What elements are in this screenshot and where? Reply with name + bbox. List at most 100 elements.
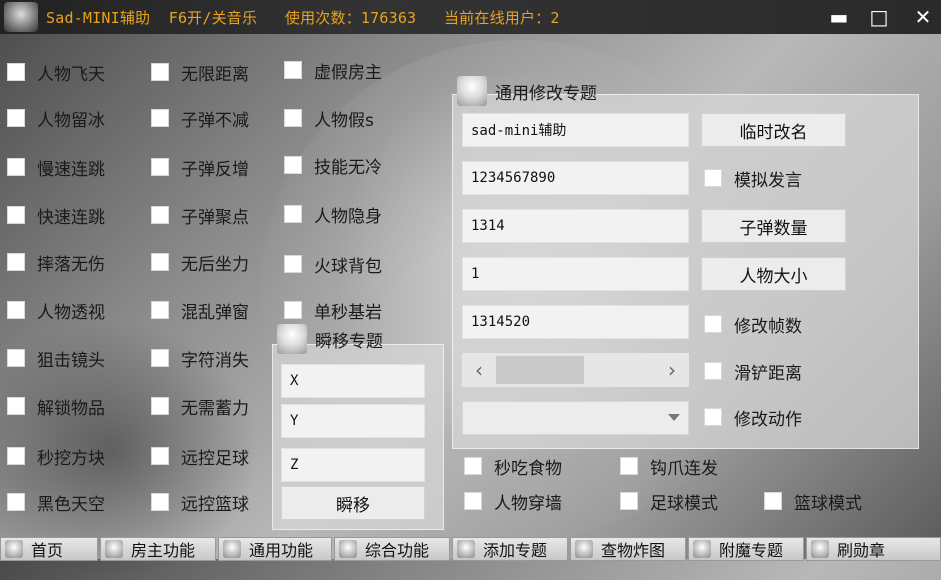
checkbox[interactable] [284, 61, 302, 79]
checkbox-item[interactable]: 钩爪连发 [620, 454, 718, 479]
scroll-right-icon[interactable]: › [655, 353, 689, 387]
tab-home[interactable]: 首页 [0, 537, 98, 561]
player-size-button[interactable]: 人物大小 [701, 257, 846, 291]
minimize-button[interactable]: ▬ [826, 4, 852, 30]
checkbox[interactable] [7, 447, 25, 465]
teleport-button[interactable]: 瞬移 [281, 486, 425, 520]
checkbox[interactable] [151, 397, 169, 415]
checkbox[interactable] [7, 397, 25, 415]
bullet-count-button[interactable]: 子弹数量 [701, 209, 846, 243]
checkbox-item[interactable]: 远控足球 [151, 444, 249, 469]
checkbox[interactable] [284, 156, 302, 174]
checkbox[interactable] [151, 206, 169, 224]
checkbox-item[interactable]: 人物留冰 [7, 106, 105, 131]
checkbox[interactable] [151, 253, 169, 271]
tab-medal[interactable]: 刷勋章 [806, 537, 941, 561]
title-bar[interactable]: Sad-MINI辅助 F6开/关音乐 使用次数：176363 当前在线用户：2 … [0, 0, 941, 34]
checkbox-item[interactable]: 子弹反增 [151, 155, 249, 180]
shovel-distance-checkbox[interactable]: 滑铲距离 [704, 359, 802, 384]
checkbox-item[interactable]: 足球模式 [620, 489, 718, 514]
action-dropdown[interactable] [462, 401, 689, 435]
simulate-chat-checkbox[interactable]: 模拟发言 [704, 166, 802, 191]
checkbox-item[interactable]: 人物透视 [7, 298, 105, 323]
checkbox-item[interactable]: 人物隐身 [284, 202, 382, 227]
scroll-left-icon[interactable]: ‹ [462, 353, 496, 387]
checkbox-item[interactable]: 子弹聚点 [151, 203, 249, 228]
checkbox[interactable] [704, 362, 722, 380]
close-button[interactable]: ✕ [910, 4, 936, 30]
chat-input[interactable]: 1234567890 [462, 161, 689, 195]
checkbox-item[interactable]: 人物穿墙 [464, 489, 562, 514]
teleport-y-input[interactable]: Y [281, 404, 425, 438]
checkbox[interactable] [464, 492, 482, 510]
checkbox[interactable] [284, 109, 302, 127]
checkbox[interactable] [7, 253, 25, 271]
checkbox-item[interactable]: 黑色天空 [7, 490, 105, 515]
checkbox-label: 子弹反增 [181, 159, 249, 180]
horizontal-scrollbar[interactable]: ‹ › [462, 353, 689, 387]
checkbox-item[interactable]: 秒挖方块 [7, 444, 105, 469]
checkbox[interactable] [151, 63, 169, 81]
checkbox[interactable] [704, 169, 722, 187]
tab-general[interactable]: 通用功能 [218, 537, 332, 561]
modify-action-checkbox[interactable]: 修改动作 [704, 405, 802, 430]
tab-add-topic[interactable]: 添加专题 [452, 537, 568, 561]
checkbox-item[interactable]: 混乱弹窗 [151, 298, 249, 323]
checkbox-item[interactable]: 快速连跳 [7, 203, 105, 228]
checkbox-item[interactable]: 摔落无伤 [7, 250, 105, 275]
rename-button[interactable]: 临时改名 [701, 113, 846, 147]
checkbox-item[interactable]: 子弹不减 [151, 106, 249, 131]
size-input[interactable]: 1 [462, 257, 689, 291]
checkbox-item[interactable]: 篮球模式 [764, 489, 862, 514]
checkbox[interactable] [284, 301, 302, 319]
tab-enchant[interactable]: 附魔专题 [688, 537, 804, 561]
checkbox-item[interactable]: 技能无冷 [284, 153, 382, 178]
checkbox[interactable] [151, 349, 169, 367]
checkbox-item[interactable]: 慢速连跳 [7, 155, 105, 180]
fps-input[interactable]: 1314520 [462, 305, 689, 339]
tab-item-search[interactable]: 查物炸图 [570, 537, 686, 561]
checkbox[interactable] [7, 63, 25, 81]
checkbox[interactable] [151, 158, 169, 176]
checkbox-item[interactable]: 字符消失 [151, 346, 249, 371]
checkbox[interactable] [284, 205, 302, 223]
checkbox-item[interactable]: 秒吃食物 [464, 454, 562, 479]
checkbox-item[interactable]: 解锁物品 [7, 394, 105, 419]
checkbox[interactable] [704, 315, 722, 333]
checkbox-item[interactable]: 无需蓄力 [151, 394, 249, 419]
checkbox[interactable] [7, 206, 25, 224]
teleport-x-input[interactable]: X [281, 364, 425, 398]
checkbox[interactable] [7, 301, 25, 319]
bullet-input[interactable]: 1314 [462, 209, 689, 243]
checkbox[interactable] [620, 492, 638, 510]
checkbox[interactable] [7, 493, 25, 511]
maximize-button[interactable]: □ [866, 4, 892, 30]
checkbox-item[interactable]: 远控篮球 [151, 490, 249, 515]
checkbox[interactable] [7, 109, 25, 127]
checkbox[interactable] [151, 447, 169, 465]
scrollbar-thumb[interactable] [496, 356, 584, 384]
name-input[interactable]: sad-mini辅助 [462, 113, 689, 147]
checkbox-item[interactable]: 火球背包 [284, 252, 382, 277]
checkbox-item[interactable]: 虚假房主 [284, 58, 382, 83]
fps-checkbox[interactable]: 修改帧数 [704, 312, 802, 337]
tab-combined[interactable]: 综合功能 [334, 537, 450, 561]
checkbox-item[interactable]: 无后坐力 [151, 250, 249, 275]
checkbox[interactable] [704, 408, 722, 426]
checkbox[interactable] [151, 109, 169, 127]
checkbox[interactable] [464, 457, 482, 475]
checkbox-item[interactable]: 人物假s [284, 106, 374, 131]
teleport-z-input[interactable]: Z [281, 448, 425, 482]
checkbox-item[interactable]: 无限距离 [151, 60, 249, 85]
checkbox[interactable] [151, 493, 169, 511]
checkbox[interactable] [7, 349, 25, 367]
tab-host[interactable]: 房主功能 [100, 537, 216, 561]
checkbox[interactable] [764, 492, 782, 510]
checkbox-item[interactable]: 狙击镜头 [7, 346, 105, 371]
checkbox[interactable] [284, 255, 302, 273]
checkbox-item[interactable]: 单秒基岩 [284, 298, 382, 323]
checkbox[interactable] [7, 158, 25, 176]
checkbox[interactable] [620, 457, 638, 475]
checkbox[interactable] [151, 301, 169, 319]
checkbox-item[interactable]: 人物飞天 [7, 60, 105, 85]
